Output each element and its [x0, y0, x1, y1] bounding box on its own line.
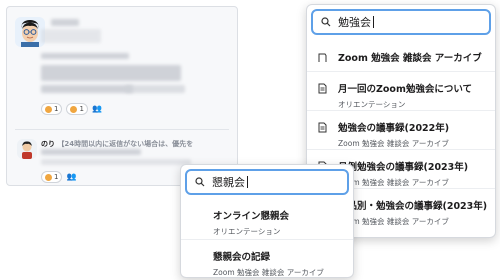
result-title: 懇親会の記録	[213, 252, 271, 263]
result-subtitle: オリエンテーション	[213, 227, 281, 236]
search-result[interactable]: 月一回のZoom勉強会について オリエンテーション	[307, 71, 495, 110]
search-value[interactable]: 懇親会	[212, 174, 245, 190]
reaction-pill[interactable]: 1	[66, 103, 88, 115]
document-icon	[318, 83, 327, 94]
result-subtitle: Zoom 勉強会 雑談会 アーカイブ	[213, 268, 324, 277]
blurred-text	[41, 159, 191, 165]
text-caret	[373, 16, 374, 28]
result-title: 月例勉強会の議事録(2023年)	[338, 162, 469, 173]
channel-icon	[318, 53, 327, 62]
search-result[interactable]: 勉強会の議事録(2022年) Zoom 勉強会 雑談会 アーカイブ	[307, 110, 495, 149]
emoji-icon	[70, 105, 78, 113]
reaction-pill[interactable]: 1	[41, 171, 63, 183]
result-title: 商品別・勉強会の議事録(2023年)	[338, 201, 488, 212]
search-result[interactable]: Zoom 勉強会 雑談会 アーカイブ	[307, 43, 495, 71]
blurred-text	[41, 53, 129, 59]
search-input[interactable]: 懇親会	[185, 169, 349, 195]
message-author[interactable]: のり	[41, 140, 55, 148]
result-subtitle: Zoom 勉強会 雑談会 アーカイブ	[338, 139, 449, 148]
result-subtitle: Zoom 勉強会 雑談会 アーカイブ	[338, 217, 449, 226]
reaction-bar: 1 👥	[41, 171, 76, 183]
result-title: 勉強会の議事録(2022年)	[338, 123, 450, 134]
search-icon	[321, 17, 331, 27]
result-subtitle: オリエンテーション	[338, 100, 406, 109]
blurred-text	[125, 85, 185, 93]
result-subtitle: Zoom 勉強会 雑談会 アーカイブ	[338, 178, 449, 187]
search-icon	[195, 177, 205, 187]
add-reaction-icon[interactable]: 👥	[66, 171, 76, 183]
reaction-pill[interactable]: 1	[41, 103, 63, 115]
text-caret	[247, 176, 248, 188]
blurred-text	[41, 149, 141, 155]
reaction-count: 1	[79, 105, 84, 113]
reaction-bar: 1 1 👥	[41, 103, 102, 115]
user-avatar[interactable]	[17, 139, 37, 159]
date-divider	[15, 129, 229, 130]
emoji-icon	[45, 173, 52, 181]
chat-card: 1 1 👥 のり 【24時間以内に返信がない場合は、優先を 1 👥	[6, 6, 238, 186]
blurred-text	[41, 85, 133, 93]
search-value[interactable]: 勉強会	[338, 14, 371, 30]
message-preview: 【24時間以内に返信がない場合は、優先を	[57, 140, 194, 148]
document-icon	[318, 122, 327, 133]
add-reaction-icon[interactable]: 👥	[92, 103, 102, 115]
reaction-count: 1	[54, 173, 59, 181]
search-input[interactable]: 勉強会	[311, 9, 491, 35]
search-dropdown-front: 懇親会 オンライン懇親会 オリエンテーション 懇親会の記録 Zoom 勉強会 雑…	[180, 164, 354, 278]
blurred-name	[51, 19, 79, 26]
blurred-text	[41, 65, 181, 81]
search-result[interactable]: オンライン懇親会 オリエンテーション	[181, 199, 353, 239]
blurred-text	[41, 29, 101, 43]
reaction-count: 1	[54, 105, 59, 113]
message-header: のり 【24時間以内に返信がない場合は、優先を	[41, 139, 193, 149]
result-title: オンライン懇親会	[213, 211, 290, 222]
emoji-icon	[45, 105, 52, 113]
search-result[interactable]: 懇親会の記録 Zoom 勉強会 雑談会 アーカイブ	[181, 239, 353, 279]
result-title: Zoom 勉強会 雑談会 アーカイブ	[338, 53, 482, 64]
result-title: 月一回のZoom勉強会について	[338, 84, 473, 95]
avatar-illustration-icon	[17, 139, 37, 159]
